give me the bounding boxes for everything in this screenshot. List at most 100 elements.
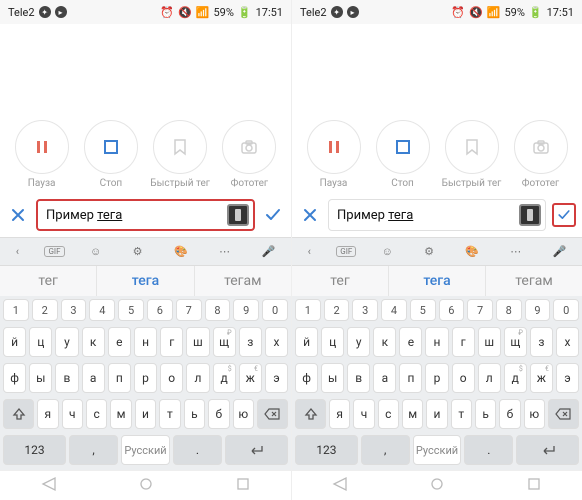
palette-icon[interactable]: 🎨 [168, 245, 194, 258]
nav-back[interactable] [332, 476, 348, 496]
phototag-action[interactable]: Фототег [218, 120, 281, 189]
key-letter[interactable]: в [55, 363, 78, 393]
key-letter[interactable]: ц [29, 327, 52, 357]
suggestion-2[interactable]: тега [389, 266, 486, 296]
tag-input[interactable]: Пример тега [328, 199, 546, 231]
nav-home[interactable] [429, 476, 445, 496]
key-letter[interactable]: х [556, 327, 579, 357]
cancel-button[interactable] [298, 203, 322, 227]
key-0[interactable]: 0 [553, 299, 579, 321]
key-letter[interactable]: а [373, 363, 396, 393]
key-letter[interactable]: в [347, 363, 370, 393]
key-letter[interactable]: о [452, 363, 475, 393]
confirm-button[interactable] [261, 203, 285, 227]
key-letter[interactable]: ы [321, 363, 344, 393]
key-2[interactable]: 2 [324, 299, 350, 321]
key-letter[interactable]: г [452, 327, 475, 357]
key-letter[interactable]: с [378, 399, 399, 429]
key-letter[interactable]: ш [478, 327, 501, 357]
key-letter[interactable]: л [186, 363, 209, 393]
key-6[interactable]: 6 [147, 299, 173, 321]
key-letter[interactable]: о [160, 363, 183, 393]
key-3[interactable]: 3 [352, 299, 378, 321]
key-8[interactable]: 8 [496, 299, 522, 321]
key-letter[interactable]: и [135, 399, 156, 429]
key-letter[interactable]: а [82, 363, 105, 393]
key-letter[interactable]: щ₽ [504, 327, 527, 357]
key-letter[interactable]: д$ [504, 363, 527, 393]
key-letter[interactable]: я [329, 399, 350, 429]
palette-icon[interactable]: 🎨 [459, 245, 485, 258]
key-letter[interactable]: ф [3, 363, 26, 393]
key-letter[interactable]: е [108, 327, 131, 357]
nav-back[interactable] [41, 476, 57, 496]
spacebar[interactable]: Русский [121, 435, 170, 465]
key-4[interactable]: 4 [89, 299, 115, 321]
key-letter[interactable]: п [399, 363, 422, 393]
sticker-icon[interactable]: ☺ [376, 245, 399, 258]
key-8[interactable]: 8 [205, 299, 231, 321]
key-letter[interactable]: э [556, 363, 579, 393]
stop-action[interactable]: Стоп [371, 120, 434, 189]
gif-button[interactable]: GIF [44, 246, 64, 257]
gear-icon[interactable]: ⚙ [127, 245, 149, 258]
key-letter[interactable]: м [402, 399, 423, 429]
key-letter[interactable]: д$ [213, 363, 236, 393]
phototag-action[interactable]: Фототег [509, 120, 572, 189]
more-icon[interactable]: ⋯ [504, 245, 527, 258]
key-5[interactable]: 5 [118, 299, 144, 321]
key-letter[interactable]: ж€ [239, 363, 262, 393]
key-9[interactable]: 9 [233, 299, 259, 321]
key-1[interactable]: 1 [295, 299, 321, 321]
key-letter[interactable]: з [239, 327, 262, 357]
key-letter[interactable]: я [37, 399, 58, 429]
key-letter[interactable]: р [134, 363, 157, 393]
comma-key[interactable]: , [69, 435, 118, 465]
mic-icon[interactable]: 🎤 [256, 245, 282, 258]
key-7[interactable]: 7 [467, 299, 493, 321]
shift-key[interactable] [295, 399, 326, 429]
suggestion-1[interactable]: тег [292, 266, 389, 296]
key-letter[interactable]: ь [184, 399, 205, 429]
key-letter[interactable]: ц [321, 327, 344, 357]
key-letter[interactable]: з [530, 327, 553, 357]
key-letter[interactable]: э [265, 363, 288, 393]
tag-thumbnail[interactable] [519, 204, 541, 226]
key-0[interactable]: 0 [262, 299, 288, 321]
key-7[interactable]: 7 [176, 299, 202, 321]
key-letter[interactable]: ж€ [530, 363, 553, 393]
pause-action[interactable]: Пауза [10, 120, 73, 189]
key-letter[interactable]: б [499, 399, 520, 429]
chevron-left-icon[interactable]: ‹ [10, 245, 25, 258]
key-letter[interactable]: и [426, 399, 447, 429]
nav-recent[interactable] [235, 476, 251, 496]
key-letter[interactable]: ы [29, 363, 52, 393]
suggestion-2[interactable]: тега [97, 266, 194, 296]
suggestion-3[interactable]: тегам [195, 266, 291, 296]
key-letter[interactable]: у [55, 327, 78, 357]
key-6[interactable]: 6 [439, 299, 465, 321]
key-letter[interactable]: л [478, 363, 501, 393]
numeric-key[interactable]: 123 [295, 435, 358, 465]
key-letter[interactable]: б [208, 399, 229, 429]
key-letter[interactable]: к [82, 327, 105, 357]
key-3[interactable]: 3 [61, 299, 87, 321]
key-letter[interactable]: ч [353, 399, 374, 429]
key-letter[interactable]: н [134, 327, 157, 357]
sticker-icon[interactable]: ☺ [84, 245, 107, 258]
key-letter[interactable]: к [373, 327, 396, 357]
suggestion-1[interactable]: тег [0, 266, 97, 296]
key-letter[interactable]: ю [233, 399, 254, 429]
period-key[interactable]: . [464, 435, 513, 465]
key-letter[interactable]: ю [524, 399, 545, 429]
gif-button[interactable]: GIF [336, 246, 356, 257]
key-letter[interactable]: ч [62, 399, 83, 429]
key-letter[interactable]: у [347, 327, 370, 357]
period-key[interactable]: . [173, 435, 222, 465]
mic-icon[interactable]: 🎤 [547, 245, 573, 258]
key-letter[interactable]: м [110, 399, 131, 429]
cancel-button[interactable] [6, 203, 30, 227]
tag-input[interactable]: Пример тега [36, 199, 255, 231]
key-letter[interactable]: н [425, 327, 448, 357]
spacebar[interactable]: Русский [413, 435, 462, 465]
